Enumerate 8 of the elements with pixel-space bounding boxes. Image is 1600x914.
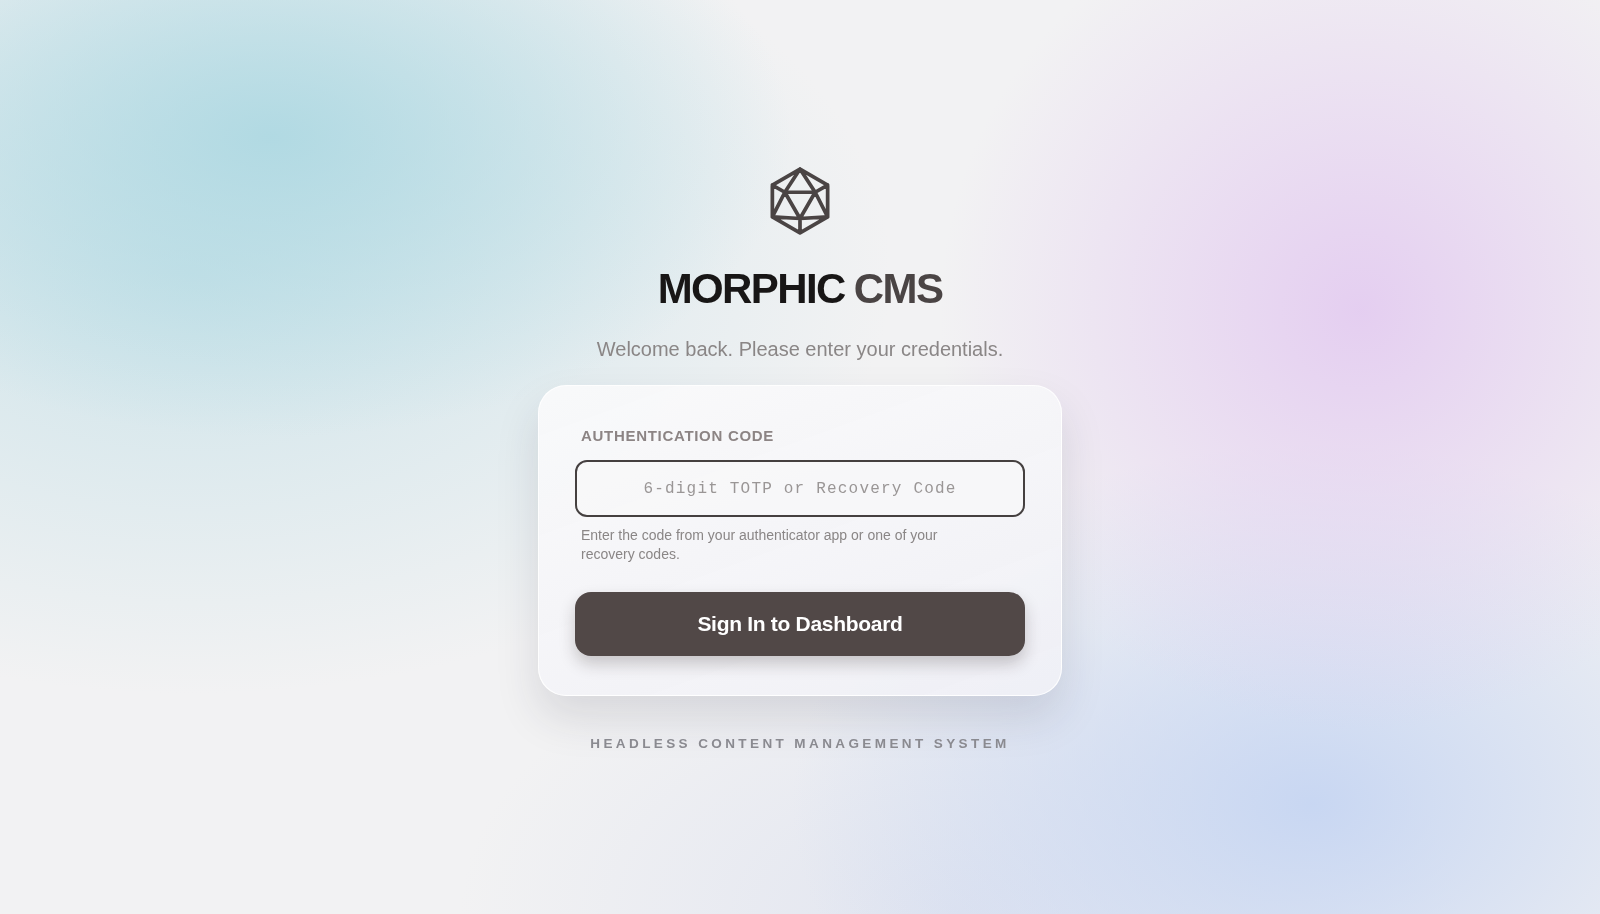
welcome-text: Welcome back. Please enter your credentials. xyxy=(596,337,1004,361)
code-input-field[interactable]: 6-digit TOTP or Recovery Code xyxy=(575,460,1025,517)
brand-suffix: CMS xyxy=(853,265,943,313)
field-label: AUTHENTICATION CODE xyxy=(581,426,774,446)
sign-in-button[interactable]: Sign In to Dashboard xyxy=(575,592,1025,656)
brand-name: MORPHIC xyxy=(657,265,845,313)
help-text: Enter the code from your authenticator app or one of your recovery codes. xyxy=(581,526,939,564)
tagline-text: HEADLESS CONTENT MANAGEMENT SYSTEM xyxy=(590,735,1010,753)
